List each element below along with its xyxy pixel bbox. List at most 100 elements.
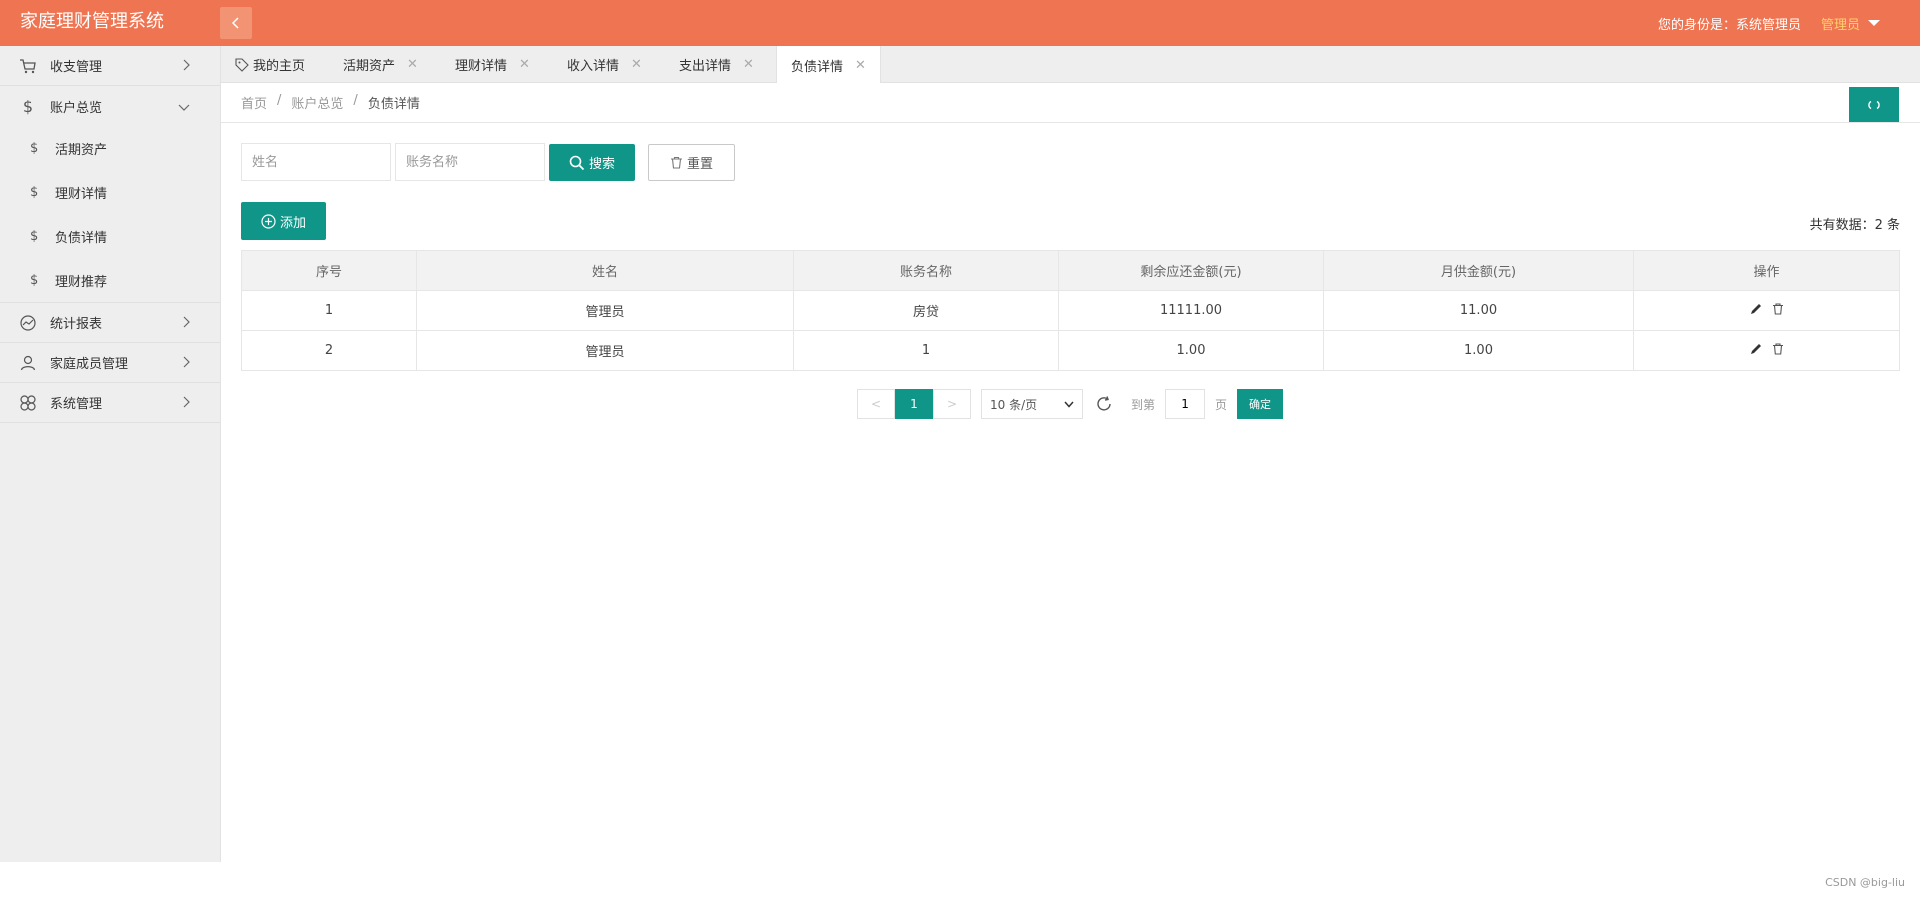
next-page-button[interactable]: >	[933, 389, 971, 419]
breadcrumb-separator: /	[353, 93, 358, 108]
breadcrumb-separator: /	[277, 93, 282, 108]
sidebar-subitem-label: 理财详情	[55, 186, 108, 202]
breadcrumb-home[interactable]: 首页	[241, 93, 267, 112]
total-count: 共有数据：2 条	[1809, 218, 1900, 233]
sidebar-subitem-finance-recommend[interactable]: $ 理财推荐	[0, 258, 220, 302]
breadcrumb-accounts[interactable]: 账户总览	[291, 93, 343, 112]
column-header-name: 姓名	[416, 250, 794, 291]
goto-label: 到第	[1131, 397, 1156, 412]
cell-account-name: 房贷	[793, 290, 1059, 331]
cell-monthly-payment: 1.00	[1323, 330, 1634, 371]
close-icon[interactable]: ✕	[631, 57, 642, 72]
sidebar-subitem-debt-details[interactable]: $ 负债详情	[0, 214, 220, 258]
current-page-button[interactable]: 1	[895, 389, 933, 419]
sidebar-item-system[interactable]: 系统管理	[0, 383, 220, 423]
cell-index: 1	[241, 290, 417, 331]
caret-down-icon	[1868, 20, 1880, 26]
identity-label: 您的身份是：系统管理员	[1657, 17, 1801, 33]
sidebar-item-accounts[interactable]: $ 账户总览	[0, 86, 220, 126]
table-row: 1 管理员 房贷 11111.00 11.00	[241, 290, 1900, 331]
page-size-select[interactable]: 10 条/页	[981, 389, 1083, 419]
dollar-icon: $	[30, 140, 39, 156]
cell-remaining-amount: 11111.00	[1058, 290, 1324, 331]
edit-icon[interactable]	[1750, 303, 1762, 315]
delete-icon[interactable]	[1772, 342, 1784, 355]
sidebar-subitem-finance-details[interactable]: $ 理财详情	[0, 170, 220, 214]
tab-label: 支出详情	[679, 59, 732, 74]
chevron-down-icon	[178, 104, 190, 111]
sidebar-item-income-expense[interactable]: 收支管理	[0, 46, 220, 86]
account-name-search-input[interactable]	[395, 143, 545, 181]
chevron-right-icon	[183, 396, 190, 408]
tab-finance-details[interactable]: 理财详情 ✕	[455, 46, 530, 83]
sidebar-item-reports[interactable]: 统计报表	[0, 303, 220, 343]
tab-expense-details[interactable]: 支出详情 ✕	[679, 46, 754, 83]
close-icon[interactable]: ✕	[407, 57, 418, 72]
page-refresh-button[interactable]	[1849, 87, 1899, 123]
pagination-refresh-icon[interactable]	[1095, 395, 1113, 413]
chevron-left-icon	[231, 17, 239, 29]
watermark: CSDN @big-liu	[1825, 876, 1905, 889]
tab-label: 我的主页	[253, 59, 306, 74]
cell-actions	[1633, 330, 1900, 371]
cell-index: 2	[241, 330, 417, 371]
chevron-down-icon	[1064, 401, 1074, 408]
chevron-right-icon	[183, 59, 190, 71]
prev-page-button[interactable]: <	[857, 389, 895, 419]
sidebar-item-label: 系统管理	[50, 397, 103, 412]
cell-remaining-amount: 1.00	[1058, 330, 1324, 371]
goto-confirm-button[interactable]: 确定	[1237, 389, 1284, 419]
pagination: < 1 > 10 条/页 到第 页 确定	[857, 389, 1284, 419]
tab-income-details[interactable]: 收入详情 ✕	[567, 46, 642, 83]
close-icon[interactable]: ✕	[855, 58, 866, 73]
sidebar-subitem-current-assets[interactable]: $ 活期资产	[0, 126, 220, 170]
search-button-label: 搜索	[588, 157, 615, 172]
add-button[interactable]: 添加	[241, 202, 326, 240]
column-header-account-name: 账务名称	[793, 250, 1059, 291]
sidebar-item-label: 家庭成员管理	[50, 357, 129, 372]
add-button-label: 添加	[279, 215, 306, 231]
dollar-icon: $	[30, 272, 39, 288]
tab-label: 理财详情	[455, 59, 508, 74]
cell-name: 管理员	[416, 330, 794, 371]
reset-button[interactable]: 重置	[648, 144, 735, 181]
sidebar-item-label: 账户总览	[50, 100, 103, 116]
sidebar-collapse-button[interactable]	[220, 7, 252, 39]
search-icon	[569, 155, 585, 170]
sidebar-item-label: 收支管理	[50, 60, 103, 75]
chevron-right-icon	[183, 316, 190, 328]
sidebar-subitem-label: 负债详情	[55, 230, 108, 246]
edit-icon[interactable]	[1750, 343, 1762, 355]
main-content: 首页 / 账户总览 / 负债详情 搜索 重置 添加 共有数据：2 条 序号 姓名…	[221, 83, 1920, 862]
sidebar: 收支管理 $ 账户总览 $ 活期资产 $ 理财详情 $ 负债详情 $ 理财推荐 …	[0, 46, 221, 862]
close-icon[interactable]: ✕	[743, 57, 754, 72]
debt-table: 序号 姓名 账务名称 剩余应还金额(元) 月供金额(元) 操作 1 管理员 房贷…	[241, 250, 1900, 371]
breadcrumb: 首页 / 账户总览 / 负债详情	[241, 93, 420, 112]
tab-debt-details[interactable]: 负债详情 ✕	[776, 46, 881, 84]
column-header-remaining-amount: 剩余应还金额(元)	[1058, 250, 1324, 291]
close-icon[interactable]: ✕	[519, 57, 530, 72]
chart-icon	[18, 313, 38, 333]
tab-label: 活期资产	[343, 59, 396, 74]
column-header-actions: 操作	[1633, 250, 1900, 291]
tab-home[interactable]: 我的主页	[235, 46, 305, 83]
user-name: 管理员	[1820, 17, 1860, 33]
delete-icon[interactable]	[1772, 302, 1784, 315]
reset-button-label: 重置	[686, 157, 713, 172]
cell-monthly-payment: 11.00	[1323, 290, 1634, 331]
tab-current-assets[interactable]: 活期资产 ✕	[343, 46, 418, 83]
goto-page-input[interactable]	[1165, 389, 1206, 419]
cell-account-name: 1	[793, 330, 1059, 371]
name-search-input[interactable]	[241, 143, 391, 181]
app-title: 家庭理财管理系统	[20, 11, 164, 32]
trash-icon	[670, 156, 682, 169]
cell-name: 管理员	[416, 290, 794, 331]
search-button[interactable]: 搜索	[549, 144, 635, 181]
tab-bar: 我的主页 活期资产 ✕ 理财详情 ✕ 收入详情 ✕ 支出详情 ✕ 负债详情 ✕	[221, 46, 1920, 84]
user-menu[interactable]: 管理员	[1821, 14, 1880, 33]
cell-actions	[1633, 290, 1900, 331]
sidebar-item-family-members[interactable]: 家庭成员管理	[0, 343, 220, 383]
page-size-value: 10 条/页	[990, 397, 1038, 412]
sidebar-subitem-label: 活期资产	[55, 142, 108, 158]
breadcrumb-current: 负债详情	[367, 97, 420, 112]
